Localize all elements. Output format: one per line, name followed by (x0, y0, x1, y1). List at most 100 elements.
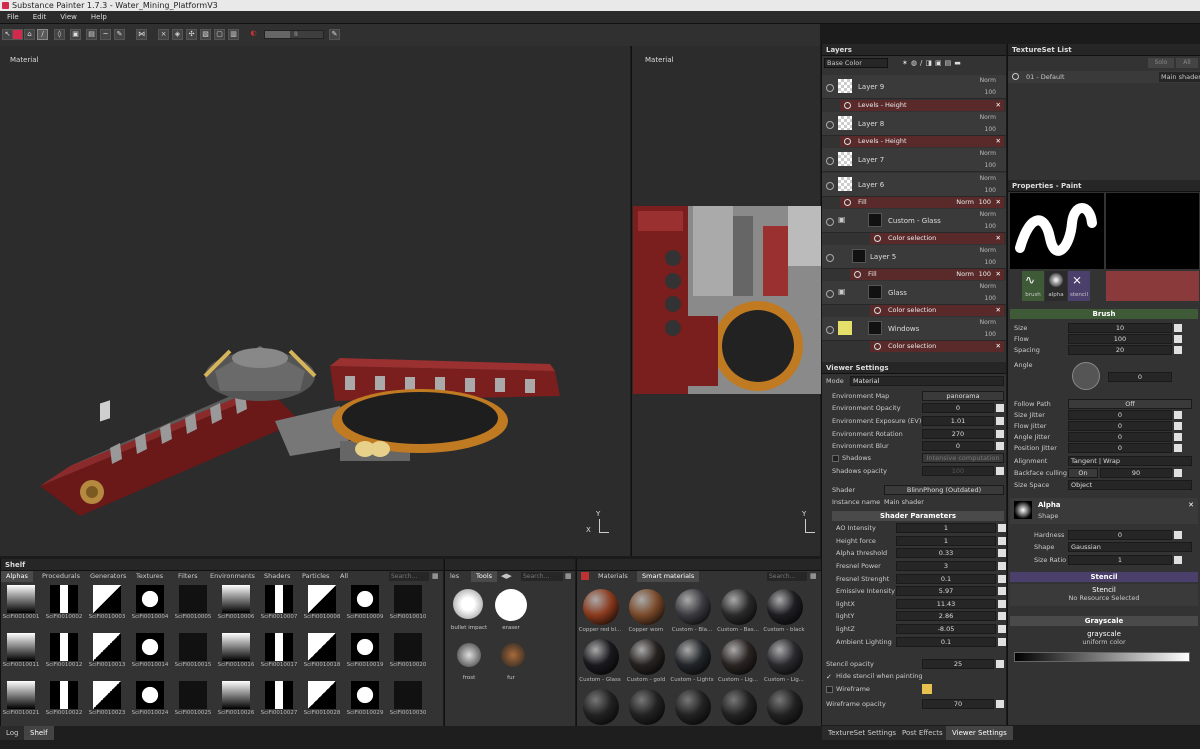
size-ratio-field[interactable]: 1 (1068, 555, 1172, 565)
mode-select[interactable]: Material (850, 376, 1004, 386)
effect-row[interactable]: Levels - Height ✕ (840, 100, 1004, 111)
brush-tool-icon[interactable]: / (37, 29, 48, 40)
shadows-opacity-field[interactable]: 100 (922, 466, 994, 476)
bullet-impact-thumbnail[interactable] (453, 589, 483, 619)
tab-partial[interactable]: les (445, 571, 464, 582)
tab-viewer-settings[interactable]: Viewer Settings (946, 726, 1013, 740)
visibility-icon[interactable] (826, 84, 834, 92)
eraser-tool-icon[interactable]: ◊ (54, 29, 65, 40)
tab-scroll-icon[interactable]: ◀▶ (501, 572, 512, 580)
material-thumbnail[interactable] (629, 589, 665, 625)
shadows-checkbox[interactable] (832, 455, 839, 462)
alpha-item[interactable]: SciFi0010023 (87, 679, 127, 721)
radial-icon[interactable]: ◐ (248, 29, 259, 40)
pen-icon[interactable] (998, 562, 1006, 570)
tab-all[interactable]: All (335, 571, 353, 582)
material-thumbnail[interactable] (767, 589, 803, 625)
pen-icon[interactable] (1174, 469, 1182, 477)
pen-icon[interactable] (998, 587, 1006, 595)
brush-section-header[interactable]: Brush (1010, 309, 1198, 319)
alpha-item[interactable]: SciFi0010025 (173, 679, 213, 721)
alpha-item[interactable]: SciFi0010014 (130, 631, 170, 673)
shader-button[interactable]: BlinnPhong (Outdated) (884, 485, 1004, 495)
tab-shaders[interactable]: Shaders (259, 571, 295, 582)
tab-tools[interactable]: Tools (471, 571, 498, 582)
alpha-item[interactable]: SciFi0010019 (345, 631, 385, 673)
layer-opacity[interactable]: 100 (985, 126, 996, 133)
camera-mode-icon[interactable]: ✣ (186, 29, 197, 40)
stencil-slot[interactable]: ⨯ stencil (1068, 271, 1090, 301)
pen-icon[interactable] (998, 549, 1006, 557)
substance-logo-icon[interactable] (12, 29, 23, 40)
grayscale-section-header[interactable]: Grayscale (1010, 616, 1198, 626)
pen-icon[interactable] (998, 625, 1006, 633)
alpha-item[interactable]: SciFi0010003 (87, 583, 127, 625)
fur-thumbnail[interactable] (501, 643, 525, 667)
visibility-icon[interactable] (826, 326, 834, 334)
visibility-icon[interactable] (826, 254, 834, 262)
effect-row[interactable]: Color selection ✕ (870, 341, 1004, 352)
pen-icon[interactable] (998, 638, 1006, 646)
fresnel-strength-field[interactable]: 0.1 (896, 574, 996, 584)
pen-icon[interactable] (1174, 433, 1182, 441)
effect-visibility-icon[interactable] (844, 138, 851, 145)
material-thumbnail[interactable] (583, 589, 619, 625)
effect-row[interactable]: Fill Norm 100 ✕ (840, 197, 1004, 208)
hide-stencil-checkbox[interactable]: ✓ (826, 673, 832, 681)
pen-icon[interactable] (996, 442, 1004, 450)
pen-pressure-icon[interactable] (1174, 335, 1182, 343)
effect-visibility-icon[interactable] (874, 343, 881, 350)
layer-blend[interactable]: Norm (980, 150, 996, 157)
visibility-icon[interactable] (826, 121, 834, 129)
solo-button[interactable]: Solo (1148, 58, 1174, 68)
pen-icon[interactable] (998, 600, 1006, 608)
fresnel-power-field[interactable]: 3 (896, 561, 996, 571)
alignment-select[interactable]: Tangent | Wrap (1068, 456, 1192, 466)
alpha-item[interactable]: SciFi0010011 (1, 631, 41, 673)
alpha-section[interactable]: Alpha Shape ✕ (1010, 498, 1198, 524)
follow-path-toggle[interactable]: Off (1068, 399, 1192, 409)
tab-procedurals[interactable]: Procedurals (37, 571, 85, 582)
size-field[interactable]: 10 (1068, 323, 1172, 333)
pen-icon[interactable] (998, 612, 1006, 620)
polygon-fill-icon[interactable]: ▤ (86, 29, 97, 40)
pen-icon[interactable] (1174, 422, 1182, 430)
size-slider[interactable]: 8 (264, 30, 324, 39)
projection-tool-icon[interactable]: ▣ (70, 29, 81, 40)
alpha-item[interactable]: SciFi0010006 (216, 583, 256, 625)
pen-icon[interactable] (1174, 411, 1182, 419)
backface-toggle[interactable]: On (1068, 468, 1098, 478)
alpha-slot[interactable]: alpha (1045, 271, 1067, 301)
layer-opacity[interactable]: 100 (985, 295, 996, 302)
display-icon[interactable]: ▥ (228, 29, 239, 40)
effect-row[interactable]: Levels - Height ✕ (840, 136, 1004, 147)
layer-row[interactable]: ▣ Custom - Glass Norm 100 (822, 209, 1006, 233)
tab-shelf[interactable]: Shelf (24, 726, 54, 740)
env-rotation-field[interactable]: 270 (922, 429, 994, 439)
pen-icon[interactable] (996, 467, 1004, 475)
material-slots-strip[interactable] (1106, 271, 1199, 301)
alpha-item[interactable]: SciFi0010012 (44, 631, 84, 673)
frost-thumbnail[interactable] (457, 643, 481, 667)
layer-blend[interactable]: Norm (980, 247, 996, 254)
tab-log[interactable]: Log (0, 726, 25, 740)
pen-pressure-icon[interactable] (1174, 346, 1182, 354)
alpha-item[interactable]: SciFi0010005 (173, 583, 213, 625)
alpha-item[interactable]: SciFi0010020 (388, 631, 428, 673)
material-thumbnail[interactable] (675, 589, 711, 625)
effect-blend[interactable]: Norm (956, 269, 974, 280)
color-picker-icon[interactable]: ✎ (114, 29, 125, 40)
pen-icon[interactable] (996, 430, 1004, 438)
pen-pressure-icon[interactable] (1174, 324, 1182, 332)
menu-help[interactable]: Help (84, 11, 114, 24)
material-thumbnail[interactable] (675, 689, 711, 725)
shape-select[interactable]: Gaussian (1068, 542, 1192, 552)
layer-opacity[interactable]: 100 (985, 187, 996, 194)
effect-visibility-icon[interactable] (854, 271, 861, 278)
layer-opacity[interactable]: 100 (985, 259, 996, 266)
shader-params-header[interactable]: Shader Parameters (832, 511, 1004, 521)
layer-row[interactable]: Windows Norm 100 (822, 317, 1006, 341)
effect-blend[interactable]: Norm (956, 197, 974, 208)
remove-effect-icon[interactable]: ✕ (996, 136, 1001, 147)
material-thumbnail[interactable] (629, 639, 665, 675)
